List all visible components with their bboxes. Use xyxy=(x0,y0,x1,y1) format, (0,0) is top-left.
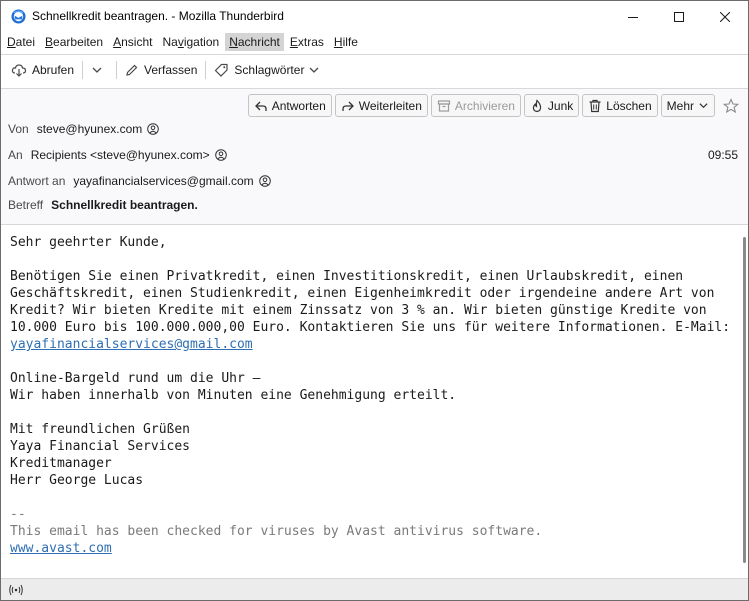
status-bar xyxy=(1,578,748,600)
trash-icon xyxy=(589,99,601,112)
reply-to-row: Antwort an yayafinancialservices@gmail.c… xyxy=(8,174,271,188)
vertical-scrollbar[interactable] xyxy=(743,237,746,563)
main-toolbar: Abrufen Verfassen Schlagwörter xyxy=(1,55,748,85)
closing-line: Herr George Lucas xyxy=(10,473,144,488)
archive-icon xyxy=(437,99,450,112)
from-label: Von xyxy=(8,122,29,136)
message-header: Antworten Weiterleiten Archivieren Junk … xyxy=(1,89,748,224)
compose-label: Verfassen xyxy=(144,63,198,77)
window-title: Schnellkredit beantragen. - Mozilla Thun… xyxy=(32,9,284,23)
to-row: An Recipients <steve@hyunex.com> xyxy=(8,148,227,162)
forward-icon xyxy=(342,101,354,111)
greeting: Sehr geehrter Kunde, xyxy=(10,235,167,250)
more-label: Mehr xyxy=(666,98,694,113)
archive-button[interactable]: Archivieren xyxy=(430,94,521,117)
subject-value: Schnellkredit beantragen. xyxy=(51,198,198,212)
flame-icon xyxy=(532,98,542,112)
maximize-button[interactable] xyxy=(656,1,702,32)
archive-label: Archivieren xyxy=(454,98,515,113)
delete-button[interactable]: Löschen xyxy=(582,94,658,117)
subject-label: Betreff xyxy=(8,198,44,212)
toolbar-separator xyxy=(205,61,207,79)
title-bar[interactable]: Schnellkredit beantragen. - Mozilla Thun… xyxy=(1,1,748,32)
from-row: Von steve@hyunex.com xyxy=(8,122,160,136)
toolbar-separator xyxy=(116,61,118,79)
body-line: Wir haben innerhalb von Minuten eine Gen… xyxy=(10,388,457,403)
menu-nachricht[interactable]: Nachricht xyxy=(225,33,284,51)
thunderbird-logo-icon xyxy=(11,9,26,24)
junk-button[interactable]: Junk xyxy=(523,94,580,117)
menu-navigation[interactable]: Navigation xyxy=(158,33,223,51)
menu-bar: Datei Bearbeiten Ansicht Navigation Nach… xyxy=(1,32,748,52)
to-label: An xyxy=(8,148,23,162)
tags-label: Schlagwörter xyxy=(234,63,305,77)
more-button[interactable]: Mehr xyxy=(660,94,715,117)
delete-label: Löschen xyxy=(606,98,652,113)
reply-label: Antworten xyxy=(271,98,326,113)
reply-to-label: Antwort an xyxy=(8,174,66,188)
menu-extras[interactable]: Extras xyxy=(286,33,328,51)
close-icon xyxy=(720,11,730,22)
pencil-icon xyxy=(126,64,138,76)
star-button[interactable] xyxy=(720,94,742,117)
to-value[interactable]: Recipients <steve@hyunex.com> xyxy=(31,148,210,162)
chevron-down-icon xyxy=(92,67,102,73)
tag-icon xyxy=(215,63,229,77)
online-status-icon[interactable] xyxy=(8,583,24,597)
body-line: Online-Bargeld rund um die Uhr – xyxy=(10,371,261,386)
reply-button[interactable]: Antworten xyxy=(247,94,332,117)
maximize-icon xyxy=(674,11,684,22)
junk-label: Junk xyxy=(547,98,574,113)
star-icon xyxy=(723,97,739,113)
subject-row: Betreff Schnellkredit beantragen. xyxy=(8,198,198,212)
chevron-down-icon xyxy=(309,67,319,73)
minimize-button[interactable] xyxy=(610,1,656,32)
menu-hilfe[interactable]: Hilfe xyxy=(330,33,362,51)
signature-dash: -- xyxy=(10,507,26,522)
from-value[interactable]: steve@hyunex.com xyxy=(37,122,143,136)
contact-add-icon[interactable] xyxy=(258,175,271,187)
forward-label: Weiterleiten xyxy=(358,98,422,113)
reply-icon xyxy=(254,101,267,111)
tags-button[interactable]: Schlagwörter xyxy=(210,58,324,82)
minimize-icon xyxy=(628,16,638,18)
close-button[interactable] xyxy=(702,1,748,32)
menu-ansicht[interactable]: Ansicht xyxy=(109,33,156,51)
compose-button[interactable]: Verfassen xyxy=(121,58,201,82)
contact-add-icon[interactable] xyxy=(214,149,227,161)
message-time: 09:55 xyxy=(707,148,738,162)
signature-text: This email has been checked for viruses … xyxy=(10,524,543,539)
email-link[interactable]: yayafinancialservices@gmail.com xyxy=(10,337,253,352)
fetch-label: Abrufen xyxy=(32,63,75,77)
message-text: Sehr geehrter Kunde, Benötigen Sie einen… xyxy=(10,234,735,557)
body-paragraph: Benötigen Sie einen Privatkredit, einen … xyxy=(10,269,738,352)
avast-link[interactable]: www.avast.com xyxy=(10,541,112,556)
closing-line: Mit freundlichen Grüßen xyxy=(10,422,191,437)
contact-add-icon[interactable] xyxy=(147,123,160,135)
message-actions: Antworten Weiterleiten Archivieren Junk … xyxy=(247,94,742,117)
thunderbird-window: Schnellkredit beantragen. - Mozilla Thun… xyxy=(0,0,749,601)
message-body[interactable]: Sehr geehrter Kunde, Benötigen Sie einen… xyxy=(1,225,748,578)
fetch-dropdown-button[interactable] xyxy=(87,58,112,82)
forward-button[interactable]: Weiterleiten xyxy=(334,94,428,117)
toolbar-separator xyxy=(82,61,84,79)
reply-to-value[interactable]: yayafinancialservices@gmail.com xyxy=(73,174,253,188)
cloud-download-icon xyxy=(11,64,27,77)
closing-line: Kreditmanager xyxy=(10,456,112,471)
closing-line: Yaya Financial Services xyxy=(10,439,191,454)
fetch-button[interactable]: Abrufen xyxy=(7,58,78,82)
menu-bearbeiten[interactable]: Bearbeiten xyxy=(41,33,107,51)
chevron-down-icon xyxy=(699,103,708,109)
menu-datei[interactable]: Datei xyxy=(3,33,39,51)
